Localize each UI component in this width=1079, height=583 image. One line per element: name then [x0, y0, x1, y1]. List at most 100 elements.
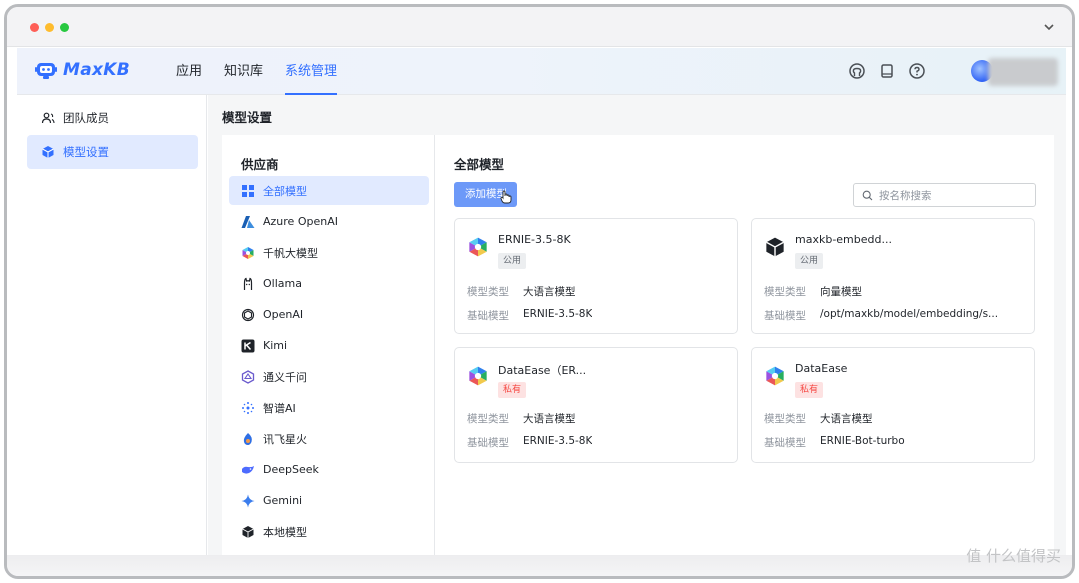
provider-item-kimi[interactable]: Kimi	[229, 331, 429, 360]
provider-label: OpenAI	[263, 308, 304, 321]
browser-chrome	[7, 7, 1072, 47]
provider-item-ollama[interactable]: Ollama	[229, 269, 429, 298]
base-model-row: 基础模型 ERNIE-Bot-turbo	[764, 435, 905, 450]
search-icon	[862, 190, 873, 200]
provider-item-azure[interactable]: Azure OpenAI	[229, 207, 429, 236]
provider-label: 智谱AI	[263, 401, 296, 415]
qianfan-icon	[242, 246, 254, 259]
app-header: MaxKB 应用 知识库 系统管理	[17, 48, 1066, 95]
provider-item-qianfan[interactable]: 千帆大模型	[229, 238, 429, 267]
header-icons	[848, 62, 926, 80]
main-content: 模型设置 供应商 全部模型 Azure OpenAI 千帆大模型 Ollama …	[208, 95, 1066, 555]
help-icon[interactable]	[908, 62, 926, 80]
provider-item-openai[interactable]: OpenAI	[229, 300, 429, 329]
watermark-text: 值 什么值得买	[966, 547, 1061, 565]
sidebar-item-team[interactable]: 团队成员	[27, 101, 198, 135]
model-type-row: 模型类型 大语言模型	[467, 411, 576, 426]
nav-apps[interactable]: 应用	[165, 48, 213, 95]
model-name: DataEase	[795, 362, 848, 375]
model-card-ernie[interactable]: ERNIE-3.5-8K 公用 模型类型 大语言模型 基础模型 ERNIE-3.5-…	[454, 218, 738, 334]
kimi-icon	[241, 339, 255, 352]
qianfan-icon	[469, 237, 487, 257]
base-model-row: 基础模型 ERNIE-3.5-8K	[467, 308, 592, 323]
provider-label: 全部模型	[263, 184, 307, 198]
maximize-window-button[interactable]	[60, 23, 69, 32]
provider-label: Kimi	[263, 339, 288, 352]
model-type-label: 模型类型	[764, 286, 806, 298]
provider-item-gemini[interactable]: Gemini	[229, 486, 429, 515]
model-type-label: 模型类型	[467, 413, 509, 425]
model-type-value: 大语言模型	[523, 286, 576, 298]
models-title: 全部模型	[454, 157, 505, 172]
ollama-icon	[243, 277, 253, 290]
status-badge: 私有	[498, 382, 527, 398]
model-settings-panel: 供应商 全部模型 Azure OpenAI 千帆大模型 Ollama OpenA…	[222, 135, 1054, 555]
provider-label: Gemini	[263, 494, 303, 507]
provider-label: 千帆大模型	[263, 246, 318, 260]
nav-knowledge[interactable]: 知识库	[213, 48, 274, 95]
base-model-value: ERNIE-3.5-8K	[523, 435, 593, 447]
provider-item-zhipu[interactable]: 智谱AI	[229, 393, 429, 422]
model-type-row: 模型类型 大语言模型	[764, 411, 873, 426]
provider-item-all[interactable]: 全部模型	[229, 176, 429, 205]
status-badge: 公用	[795, 253, 824, 269]
blurred-username[interactable]	[988, 58, 1058, 86]
model-type-row: 模型类型 大语言模型	[467, 284, 576, 299]
base-model-value: ERNIE-Bot-turbo	[820, 435, 905, 447]
model-card-dataease[interactable]: DataEase 私有 模型类型 大语言模型 基础模型 ERNIE-Bot-turb…	[751, 347, 1035, 463]
maxkb-robot-icon	[35, 63, 57, 79]
model-type-value: 大语言模型	[523, 413, 576, 425]
gemini-star-icon	[241, 494, 255, 507]
search-placeholder: 按名称搜索	[879, 189, 932, 202]
sidebar-item-label: 团队成员	[63, 111, 109, 125]
sidebar-item-models[interactable]: 模型设置	[27, 135, 198, 169]
close-window-button[interactable]	[30, 23, 39, 32]
top-nav: 应用 知识库 系统管理	[165, 48, 348, 95]
model-type-value: 向量模型	[820, 286, 862, 298]
provider-item-local[interactable]: 本地模型	[229, 517, 429, 546]
model-card-maxkb-embedding[interactable]: maxkb-embedd... 公用 模型类型 向量模型 基础模型/opt/max…	[751, 218, 1035, 334]
provider-item-xunfei[interactable]: 讯飞星火	[229, 424, 429, 453]
azure-icon	[241, 215, 255, 228]
status-badge: 公用	[498, 253, 527, 269]
deepseek-icon	[242, 465, 254, 474]
base-model-label: 基础模型	[764, 310, 806, 322]
provider-label: Ollama	[263, 277, 302, 290]
minimize-window-button[interactable]	[45, 23, 54, 32]
zhipu-icon	[242, 401, 254, 414]
provider-label: Azure OpenAI	[263, 215, 338, 228]
status-badge: 私有	[795, 382, 824, 398]
page-title: 模型设置	[222, 110, 273, 125]
local-cube-icon	[242, 525, 254, 538]
app-window: MaxKB 应用 知识库 系统管理 团队成员 模型设置 模型设置 供应商 全部模…	[4, 4, 1075, 579]
provider-label: 讯飞星火	[263, 432, 307, 446]
model-card-dataease-ernie[interactable]: DataEase（ER... 私有 模型类型 大语言模型 基础模型 ERNIE-3.…	[454, 347, 738, 463]
model-type-label: 模型类型	[467, 286, 509, 298]
manual-book-icon[interactable]	[878, 62, 896, 80]
logo[interactable]: MaxKB	[35, 60, 130, 80]
model-type-row: 模型类型 向量模型	[764, 284, 862, 299]
provider-item-deepseek[interactable]: DeepSeek	[229, 455, 429, 484]
nav-system[interactable]: 系统管理	[274, 48, 348, 95]
chevron-down-icon[interactable]	[1042, 20, 1056, 34]
model-name: DataEase（ER...	[498, 364, 587, 377]
github-icon[interactable]	[848, 62, 866, 80]
provider-list: 供应商 全部模型 Azure OpenAI 千帆大模型 Ollama OpenA…	[222, 135, 435, 555]
search-input[interactable]: 按名称搜索	[853, 183, 1036, 207]
model-type-label: 模型类型	[764, 413, 806, 425]
xunfei-icon	[243, 432, 252, 445]
bottom-shade	[7, 555, 1072, 576]
tongyi-icon	[241, 369, 255, 384]
cube-icon	[42, 146, 54, 158]
provider-item-tongyi[interactable]: 通义千问	[229, 362, 429, 391]
provider-label: DeepSeek	[263, 463, 319, 476]
model-name: maxkb-embedd...	[795, 233, 892, 246]
models-area: 全部模型 添加模型 按名称搜索 ERNIE-3.5-8K 公用 模型类型 大语言模…	[436, 135, 1054, 555]
base-model-label: 基础模型	[467, 437, 509, 449]
openai-icon	[241, 308, 255, 321]
qianfan-icon	[766, 366, 784, 386]
grid-icon	[242, 184, 254, 197]
model-type-value: 大语言模型	[820, 413, 873, 425]
provider-label: 通义千问	[263, 370, 307, 384]
base-model-row: 基础模型 ERNIE-3.5-8K	[467, 435, 592, 450]
